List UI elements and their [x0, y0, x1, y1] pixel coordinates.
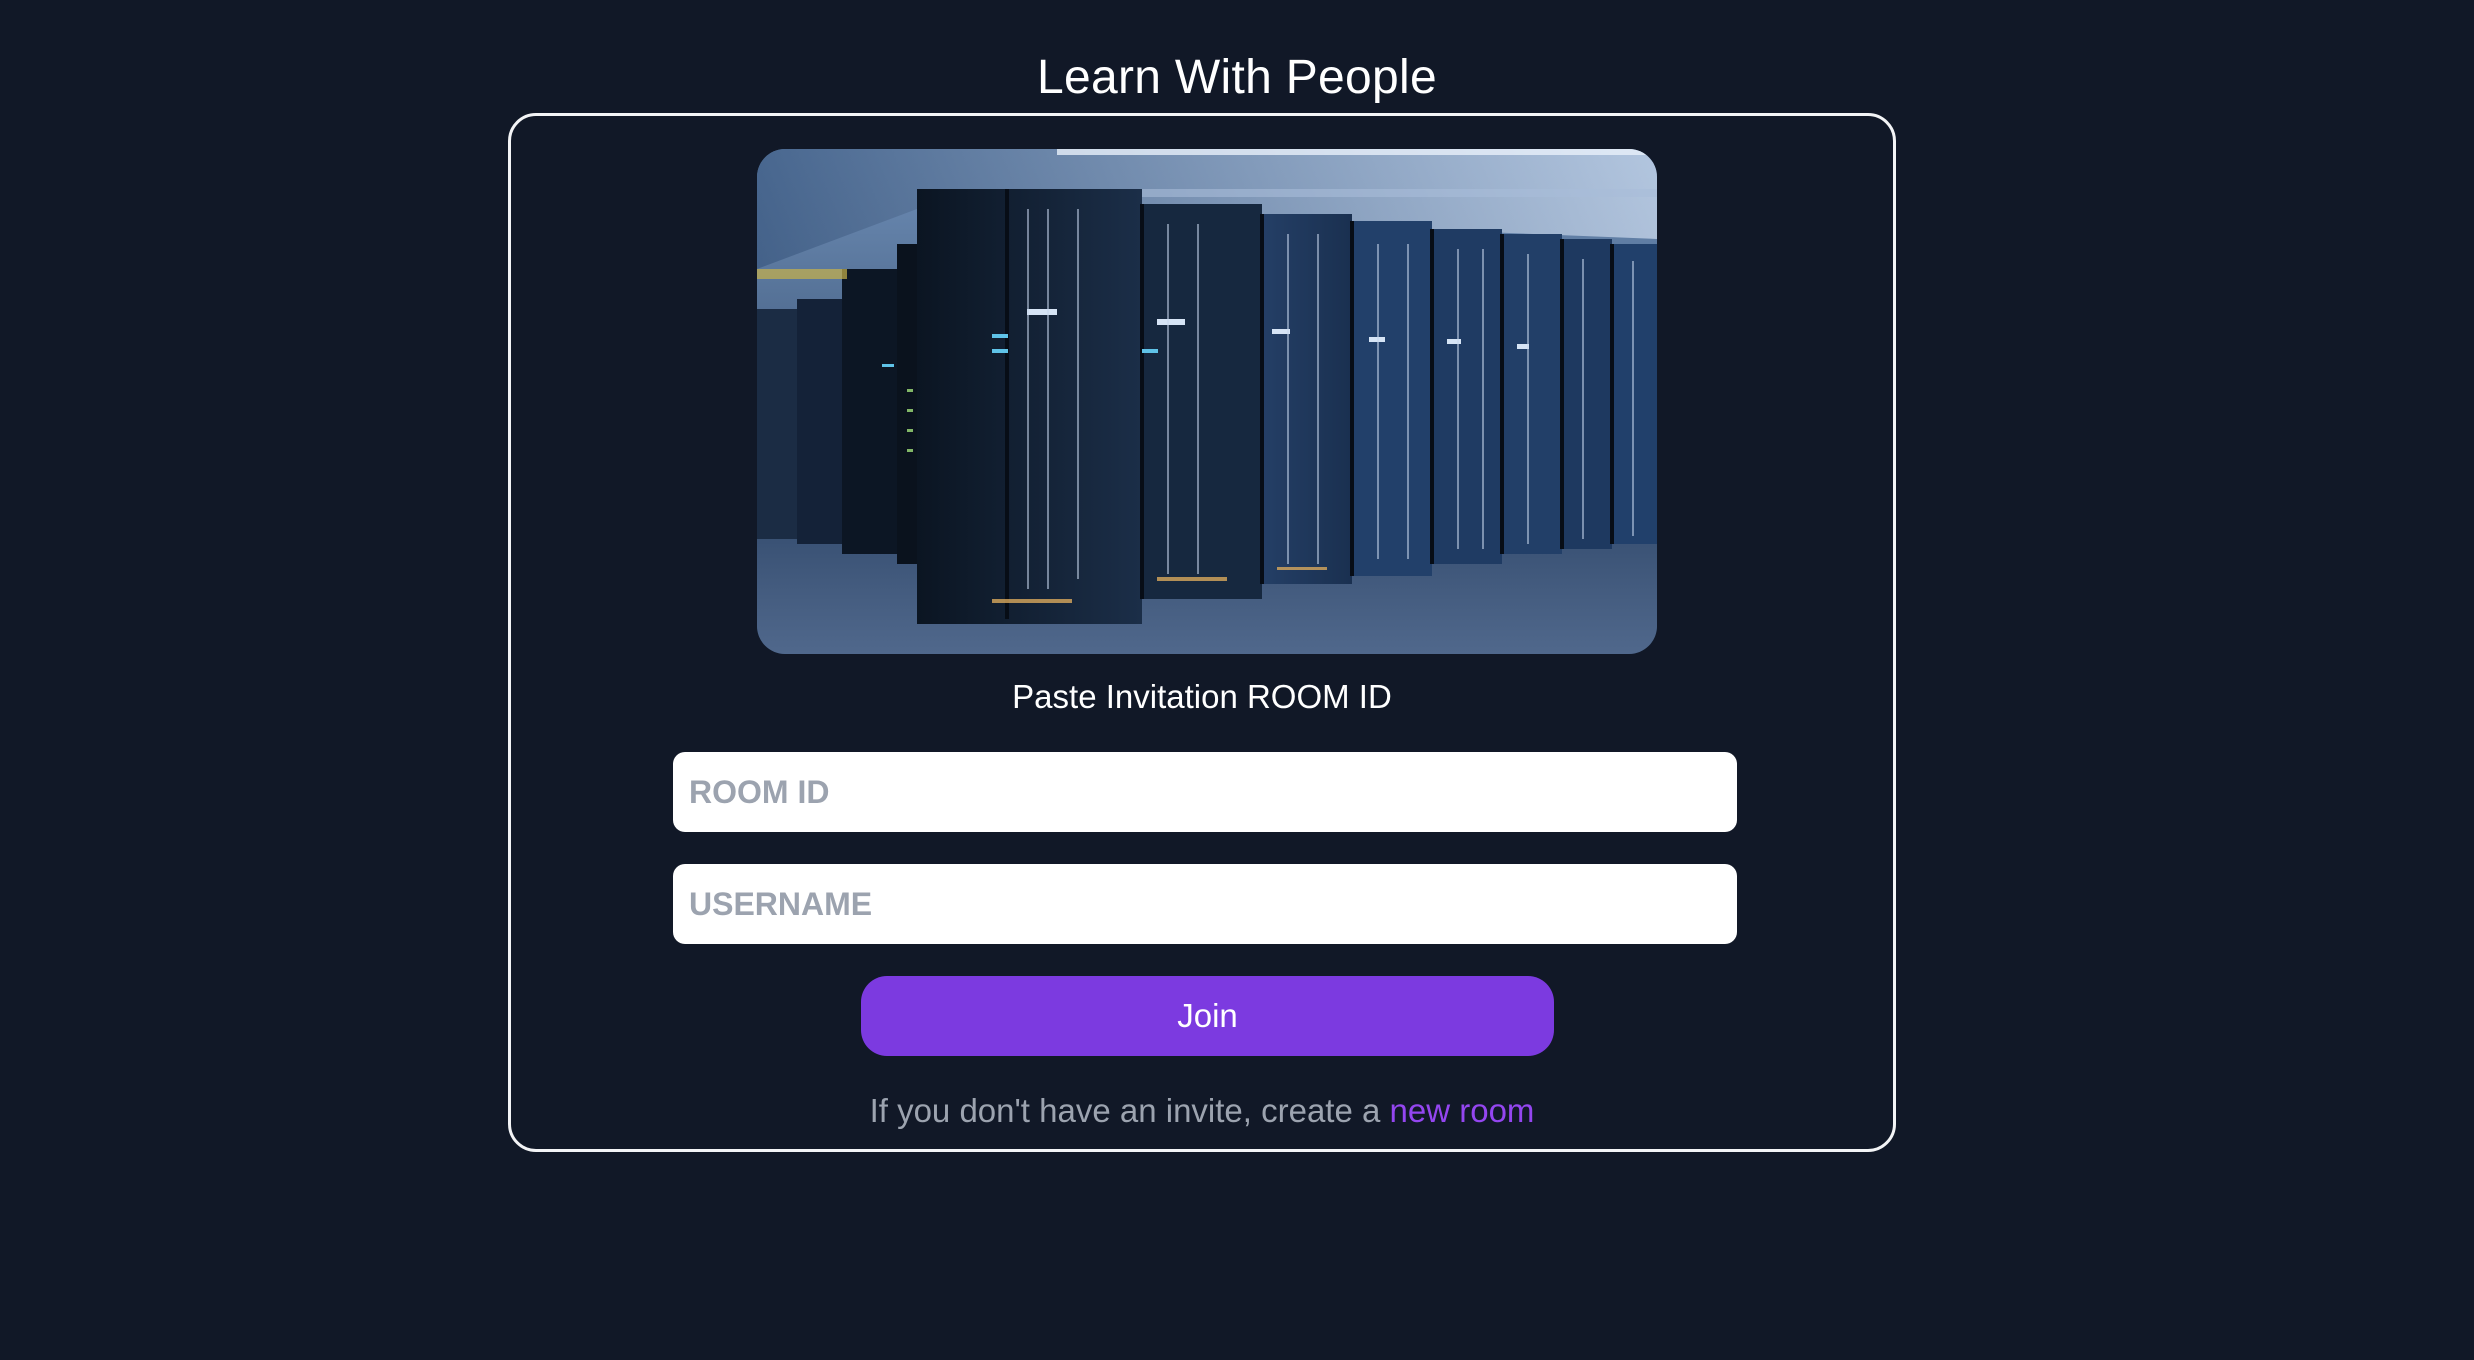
username-input[interactable]: [673, 864, 1737, 944]
server-room-image: [757, 149, 1657, 654]
room-id-input[interactable]: [673, 752, 1737, 832]
create-room-hint-text: If you don't have an invite, create a: [869, 1092, 1390, 1129]
join-room-card: Paste Invitation ROOM ID Join If you don…: [508, 113, 1896, 1152]
create-room-hint: If you don't have an invite, create a ne…: [511, 1092, 1893, 1130]
join-button[interactable]: Join: [861, 976, 1554, 1056]
page-title: Learn With People: [1037, 51, 1437, 105]
room-id-prompt: Paste Invitation ROOM ID: [1012, 678, 1392, 715]
new-room-link[interactable]: new room: [1390, 1092, 1535, 1129]
